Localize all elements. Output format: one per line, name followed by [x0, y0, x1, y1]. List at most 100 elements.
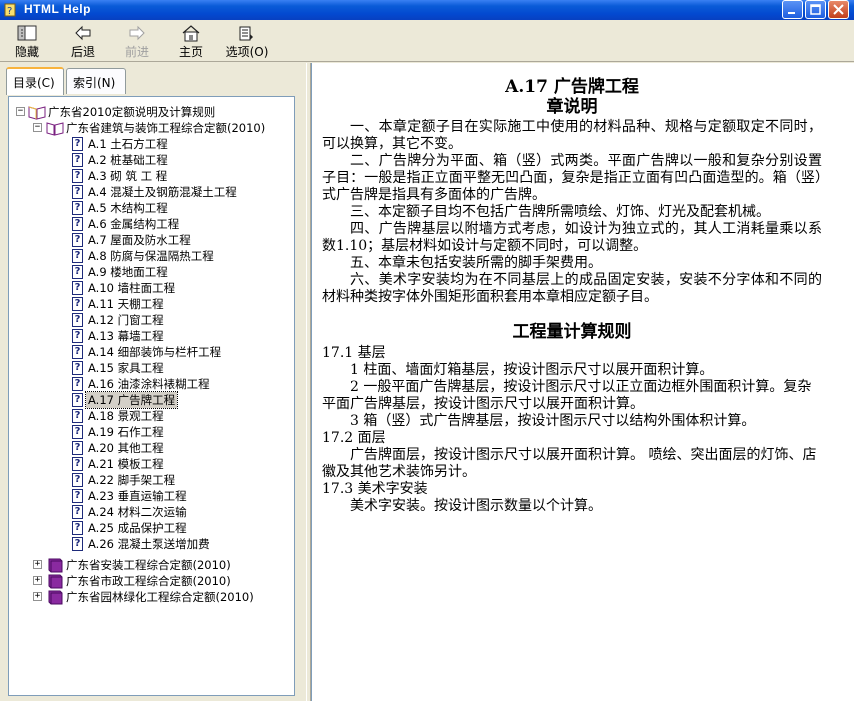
rule-section: 17.2 面层	[322, 430, 386, 446]
tree-topic-label: A.5 木结构工程	[88, 201, 168, 215]
tab-contents[interactable]: 目录(C)	[6, 67, 64, 95]
tree-book-building[interactable]: − 广东省建筑与装饰工程综合定额(2010)	[9, 120, 289, 136]
closed-book-icon	[48, 558, 63, 573]
rule-item: 2 一般平面广告牌基层，按设计图示尺寸以正立面边框外围面积计算。复杂平面广告牌基…	[322, 379, 812, 412]
tree-topic-label: A.24 材料二次运输	[88, 505, 187, 519]
forward-label: 前进	[124, 45, 149, 59]
tree-topic-item[interactable]: ? A.11 天棚工程	[9, 296, 289, 312]
expand-icon[interactable]: +	[33, 576, 42, 585]
navigation-pane: 目录(C) 索引(N) − 广东省2010定额说明及计算规则 − 广东省建筑与装…	[0, 63, 306, 701]
tree-topic-item[interactable]: ? A.22 脚手架工程	[9, 472, 289, 488]
tree-topic-item[interactable]: ? A.18 景观工程	[9, 408, 289, 424]
help-topic-icon: ?	[72, 329, 83, 343]
close-button[interactable]	[828, 0, 849, 19]
tree-topic-item[interactable]: ? A.5 木结构工程	[9, 200, 289, 216]
hide-label: 隐藏	[14, 45, 39, 59]
options-button[interactable]: 选项(O)	[222, 22, 272, 60]
tree-book[interactable]: + 广东省市政工程综合定额(2010)	[9, 573, 289, 589]
tree-topic-item[interactable]: ? A.14 细部装饰与栏杆工程	[9, 344, 289, 360]
hide-button[interactable]: 隐藏	[8, 22, 46, 60]
tree-topic-item[interactable]: ? A.19 石作工程	[9, 424, 289, 440]
help-topic-icon: ?	[72, 537, 83, 551]
content-scroll-area[interactable]	[842, 63, 854, 701]
help-topic-icon: ?	[72, 201, 83, 215]
help-topic-icon: ?	[72, 217, 83, 231]
tree-topic-item[interactable]: ? A.4 混凝土及钢筋混凝土工程	[9, 184, 289, 200]
tree-topic-label: A.13 幕墙工程	[88, 329, 164, 343]
help-topic-icon: ?	[72, 505, 83, 519]
home-button[interactable]: 主页	[172, 22, 210, 60]
tree-topic-item[interactable]: ? A.1 土石方工程	[9, 136, 289, 152]
help-topic-icon: ?	[72, 185, 83, 199]
tree-topic-item[interactable]: ? A.20 其他工程	[9, 440, 289, 456]
tree-topic-item[interactable]: ? A.21 模板工程	[9, 456, 289, 472]
tree-book[interactable]: + 广东省园林绿化工程综合定额(2010)	[9, 589, 289, 605]
tree-topic-item[interactable]: ? A.24 材料二次运输	[9, 504, 289, 520]
tree-topic-item[interactable]: ? A.8 防腐与保温隔热工程	[9, 248, 289, 264]
paragraph: 五、本章未包括安装所需的脚手架费用。	[350, 255, 602, 271]
paragraph: 三、本定额子目均不包括广告牌所需喷绘、灯饰、灯光及配套机械。	[350, 204, 770, 220]
maximize-button[interactable]	[805, 0, 826, 19]
tab-index[interactable]: 索引(N)	[66, 68, 126, 94]
tree-root-label: 广东省2010定额说明及计算规则	[48, 105, 216, 119]
help-app-icon: ?	[4, 3, 16, 17]
rule-section: 17.3 美术字安装	[322, 481, 428, 497]
tree-topic-label: A.1 土石方工程	[88, 137, 168, 151]
tree-topic-label: A.12 门窗工程	[88, 313, 164, 327]
help-topic-icon: ?	[72, 249, 83, 263]
tree-topic-item[interactable]: ? A.6 金属结构工程	[9, 216, 289, 232]
help-topic-icon: ?	[72, 489, 83, 503]
tree-book[interactable]: + 广东省安装工程综合定额(2010)	[9, 557, 289, 573]
expand-icon[interactable]: +	[33, 592, 42, 601]
help-topic-icon: ?	[72, 233, 83, 247]
expand-icon[interactable]: +	[33, 560, 42, 569]
help-topic-icon: ?	[72, 393, 83, 407]
rule-item: 1 柱面、墙面灯箱基层，按设计图示尺寸以展开面积计算。	[350, 362, 714, 378]
rule-item: 美术字安装。按设计图示数量以个计算。	[350, 498, 602, 514]
tree-topic-item[interactable]: ? A.23 垂直运输工程	[9, 488, 289, 504]
help-topic-icon: ?	[72, 345, 83, 359]
forward-button[interactable]: 前进	[118, 22, 156, 60]
back-button[interactable]: 后退	[64, 22, 102, 60]
help-topic-icon: ?	[72, 521, 83, 535]
topic-content: A.17 广告牌工程 章说明 一、本章定额子目在实际施工中使用的材料品种、规格与…	[311, 63, 842, 701]
tree-topic-item[interactable]: ? A.17 广告牌工程	[9, 391, 289, 409]
tree-topic-item[interactable]: ? A.15 家具工程	[9, 360, 289, 376]
tree-topic-label: A.18 景观工程	[88, 409, 164, 423]
tree-topic-label: A.2 桩基础工程	[88, 153, 168, 167]
tree-book-label: 广东省市政工程综合定额(2010)	[66, 574, 231, 588]
tree-topic-label: A.26 混凝土泵送增加费	[88, 537, 210, 551]
tree-book-label: 广东省建筑与装饰工程综合定额(2010)	[66, 121, 266, 135]
help-topic-icon: ?	[72, 153, 83, 167]
paragraph: 一、本章定额子目在实际施工中使用的材料品种、规格与定额取定不同时，可以换算，其它…	[322, 119, 822, 152]
tree-topic-item[interactable]: ? A.9 楼地面工程	[9, 264, 289, 280]
tree-topic-item[interactable]: ? A.3 砌 筑 工 程	[9, 168, 289, 184]
minimize-button[interactable]	[782, 0, 803, 19]
help-topic-icon: ?	[72, 441, 83, 455]
tree-topic-item[interactable]: ? A.7 屋面及防水工程	[9, 232, 289, 248]
paragraph: 二、广告牌分为平面、箱（竖）式两类。平面广告牌以一般和复杂分别设置子目：一般是指…	[322, 153, 822, 203]
topic-title: A.17 广告牌工程	[505, 77, 639, 97]
back-arrow-icon	[75, 25, 91, 41]
maximize-icon	[810, 4, 821, 15]
minimize-icon	[788, 12, 795, 14]
tree-topic-label: A.25 成品保护工程	[88, 521, 187, 535]
contents-tree[interactable]: − 广东省2010定额说明及计算规则 − 广东省建筑与装饰工程综合定额(2010…	[8, 96, 295, 696]
collapse-icon[interactable]: −	[16, 107, 25, 116]
tree-topic-label: A.16 油漆涂料裱糊工程	[88, 377, 210, 391]
tree-topic-item[interactable]: ? A.26 混凝土泵送增加费	[9, 536, 289, 552]
collapse-icon[interactable]: −	[33, 123, 42, 132]
tree-book-label: 广东省园林绿化工程综合定额(2010)	[66, 590, 254, 604]
tree-topic-item[interactable]: ? A.12 门窗工程	[9, 312, 289, 328]
tree-root[interactable]: − 广东省2010定额说明及计算规则	[9, 104, 289, 120]
tree-topic-item[interactable]: ? A.2 桩基础工程	[9, 152, 289, 168]
tree-topic-item[interactable]: ? A.25 成品保护工程	[9, 520, 289, 536]
tree-topic-item[interactable]: ? A.10 墙柱面工程	[9, 280, 289, 296]
tree-topic-label: A.20 其他工程	[88, 441, 164, 455]
open-book-icon	[28, 106, 46, 120]
help-topic-icon: ?	[72, 313, 83, 327]
rule-item: 广告牌面层，按设计图示尺寸以展开面积计算。 喷绘、突出面层的灯饰、店徽及其他艺术…	[322, 447, 817, 480]
hide-pane-icon	[17, 25, 37, 41]
tree-topic-item[interactable]: ? A.16 油漆涂料裱糊工程	[9, 376, 289, 392]
tree-topic-item[interactable]: ? A.13 幕墙工程	[9, 328, 289, 344]
